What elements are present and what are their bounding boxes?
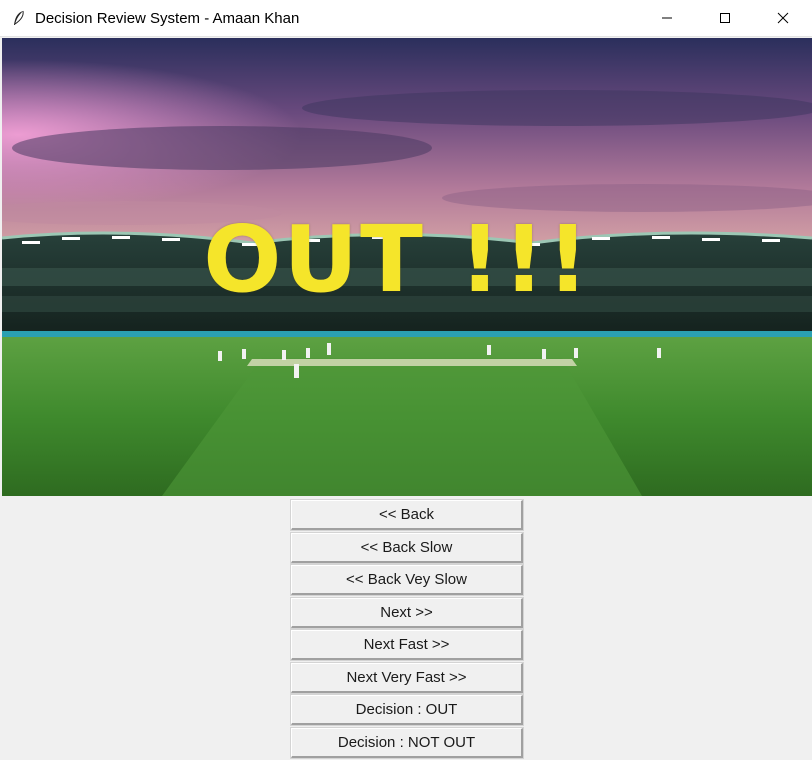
controls-panel: << Back << Back Slow << Back Vey Slow Ne… xyxy=(290,499,524,760)
next-fast-button[interactable]: Next Fast >> xyxy=(290,629,524,661)
next-button[interactable]: Next >> xyxy=(290,596,524,629)
window-title: Decision Review System - Amaan Khan xyxy=(35,9,300,27)
back-button[interactable]: << Back xyxy=(290,499,524,531)
replay-display: OUT !!! xyxy=(2,38,812,496)
minimize-button[interactable] xyxy=(638,0,696,36)
decision-not-out-button[interactable]: Decision : NOT OUT xyxy=(290,726,524,759)
feather-icon xyxy=(11,10,27,26)
next-very-fast-button[interactable]: Next Very Fast >> xyxy=(290,661,524,694)
close-button[interactable] xyxy=(754,0,812,36)
back-slow-button[interactable]: << Back Slow xyxy=(290,531,524,564)
title-bar: Decision Review System - Amaan Khan xyxy=(0,0,812,37)
maximize-button[interactable] xyxy=(696,0,754,36)
back-very-slow-button[interactable]: << Back Vey Slow xyxy=(290,564,524,596)
decision-overlay-text: OUT !!! xyxy=(203,206,591,313)
close-icon xyxy=(777,12,789,24)
minimize-icon xyxy=(662,17,672,19)
decision-out-button[interactable]: Decision : OUT xyxy=(290,694,524,726)
maximize-icon xyxy=(720,13,730,23)
